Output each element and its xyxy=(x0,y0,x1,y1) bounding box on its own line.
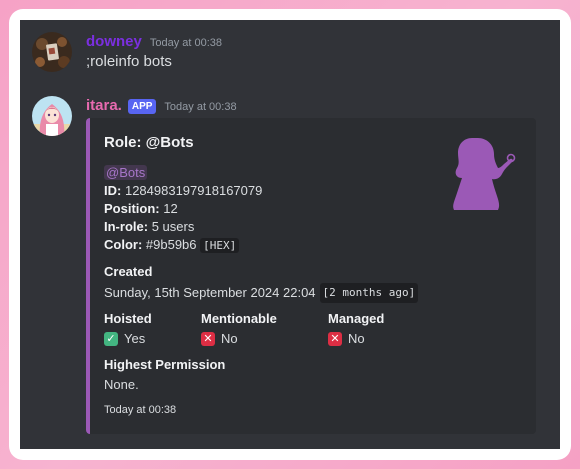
embed-footer-timestamp: Today at 00:38 xyxy=(104,404,177,416)
managed-field: ✕ No xyxy=(328,330,365,348)
color-value: #9b59b6 xyxy=(145,237,197,252)
chat-area: downey Today at 00:38 ;roleinfo bots ita… xyxy=(20,20,560,449)
hoisted-value: Yes xyxy=(124,331,146,346)
hoisted-field: ✓ Yes xyxy=(104,330,145,348)
mentionable-field: ✕ No xyxy=(201,330,238,348)
managed-value: No xyxy=(348,331,365,346)
role-info-embed: Role: @Bots @Bots ID: 128498319791816707… xyxy=(86,118,536,434)
app-badge: APP xyxy=(127,99,157,114)
message-timestamp: Today at 00:38 xyxy=(149,37,223,49)
created-label: Created xyxy=(104,264,153,279)
inrole-value: 5 users xyxy=(151,219,195,234)
message-text: ;roleinfo bots xyxy=(86,53,172,70)
role-inrole-line: In-role: 5 users xyxy=(104,218,194,236)
position-label: Position: xyxy=(104,201,160,216)
avatar-itara[interactable] xyxy=(32,96,72,136)
mentionable-label: Mentionable xyxy=(201,311,277,326)
color-code: [HEX] xyxy=(200,238,240,253)
color-label: Color: xyxy=(104,237,143,252)
role-color-line: Color: #9b59b6 [HEX] xyxy=(104,236,240,255)
role-id-line: ID: 1284983197918167079 xyxy=(104,182,262,200)
avatar-downey-image xyxy=(32,32,72,72)
role-position-line: Position: 12 xyxy=(104,200,178,218)
role-mention[interactable]: @Bots xyxy=(104,165,148,180)
highest-permission-label: Highest Permission xyxy=(104,357,226,372)
message-header-2: itara. APP Today at 00:38 xyxy=(86,96,237,116)
role-mention-line: @Bots xyxy=(104,164,148,182)
created-value: Sunday, 15th September 2024 22:04 xyxy=(104,285,316,300)
cross-mark-icon: ✕ xyxy=(201,332,215,346)
username-itara[interactable]: itara. xyxy=(86,96,122,116)
message-header-1: downey Today at 00:38 xyxy=(86,32,222,52)
girl-silhouette-icon xyxy=(453,138,516,210)
hoisted-label: Hoisted xyxy=(104,311,152,326)
message-timestamp: Today at 00:38 xyxy=(164,101,237,113)
cross-mark-icon: ✕ xyxy=(328,332,342,346)
avatar-itara-image xyxy=(32,96,72,136)
avatar-downey[interactable] xyxy=(32,32,72,72)
managed-label: Managed xyxy=(328,311,385,326)
mentionable-value: No xyxy=(221,331,238,346)
id-value: 1284983197918167079 xyxy=(124,183,263,198)
white-check-mark-icon: ✓ xyxy=(104,332,118,346)
created-line: Sunday, 15th September 2024 22:04 [2 mon… xyxy=(104,283,419,303)
id-label: ID: xyxy=(104,183,122,198)
username-downey[interactable]: downey xyxy=(86,32,142,52)
inrole-label: In-role: xyxy=(104,219,149,234)
created-code: [2 months ago] xyxy=(319,283,419,303)
highest-permission-value: None. xyxy=(104,377,139,392)
position-value: 12 xyxy=(163,201,178,216)
embed-title: Role: @Bots xyxy=(104,134,194,151)
